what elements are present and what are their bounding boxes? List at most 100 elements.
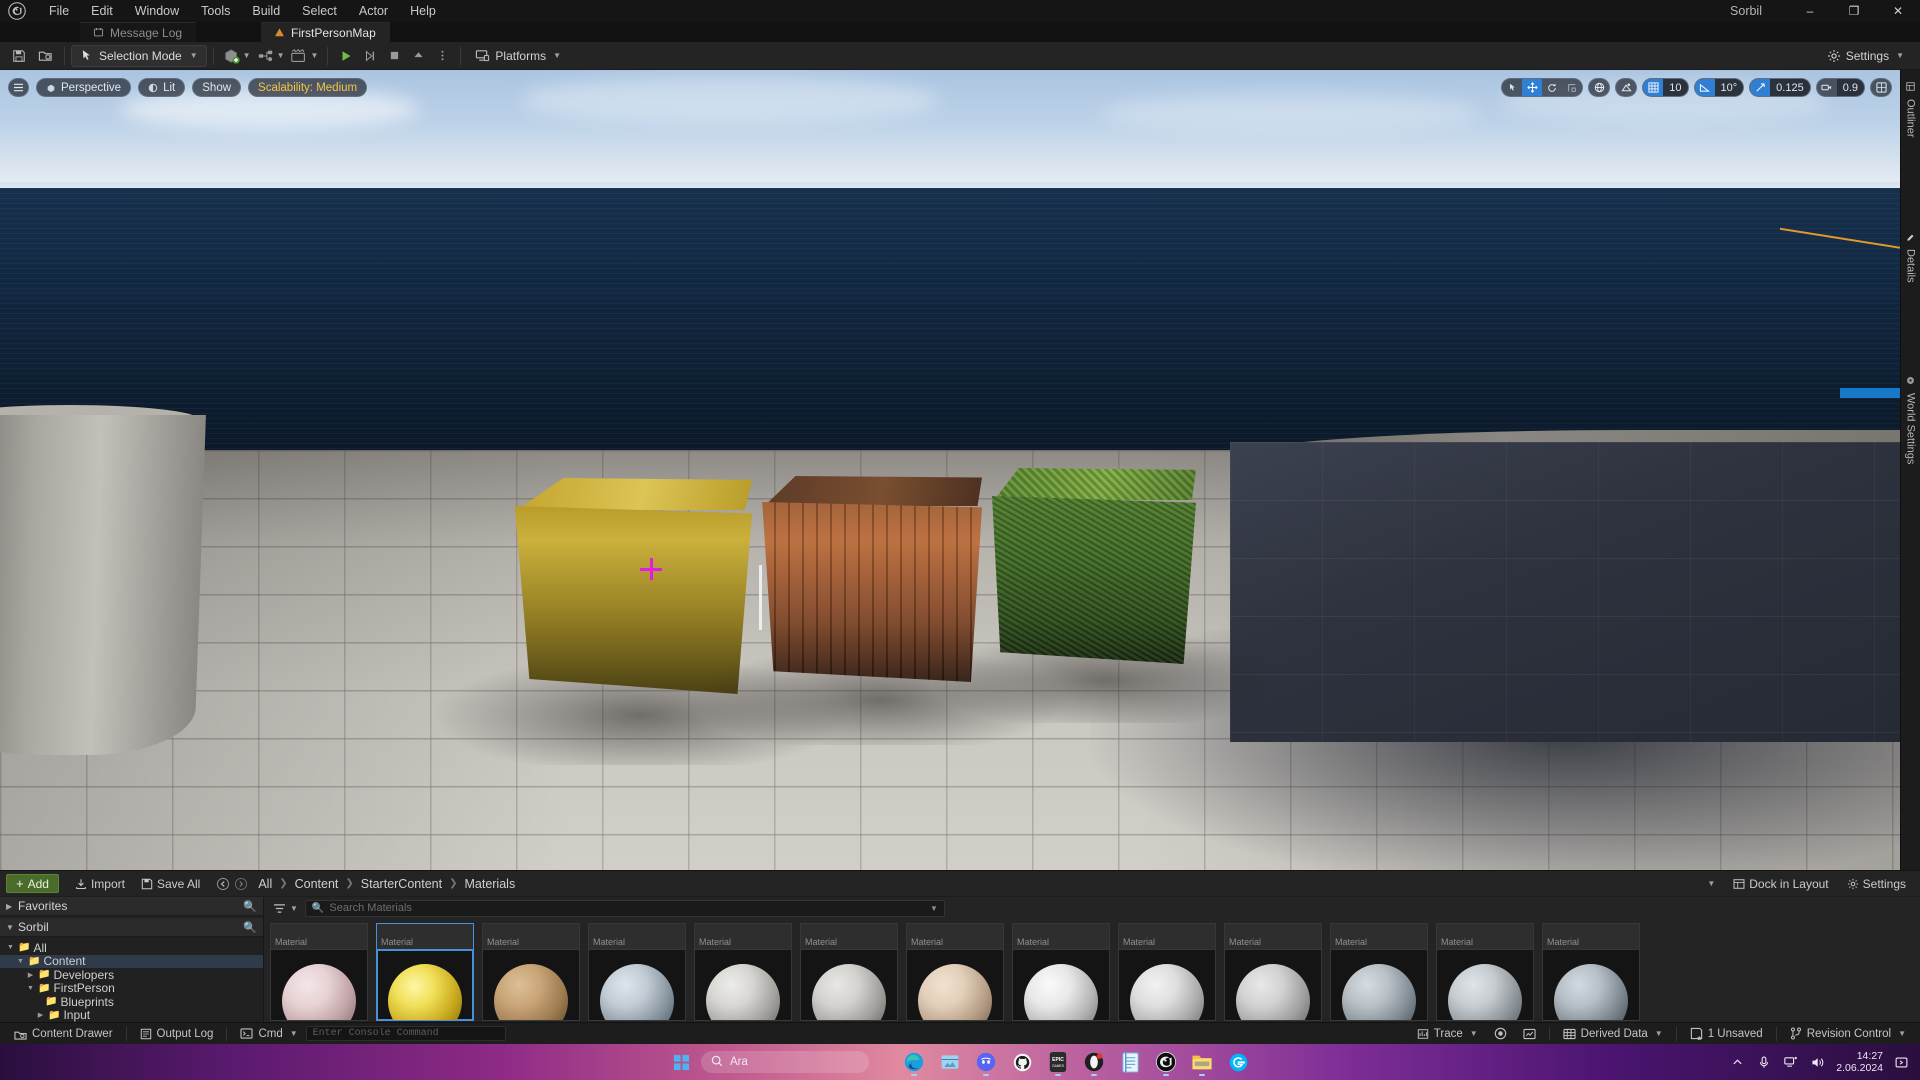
epic-games-icon[interactable]: EPIC GAMES — [1043, 1047, 1073, 1077]
sidebar-tab-outliner[interactable]: Outliner — [1902, 76, 1920, 144]
console-command-input[interactable] — [312, 1028, 499, 1039]
start-button[interactable] — [667, 1048, 695, 1076]
trace-button[interactable]: Trace ▼ — [1409, 1025, 1486, 1043]
logitech-icon[interactable] — [1223, 1047, 1253, 1077]
asset-tile[interactable]: Material — [1436, 923, 1534, 1023]
asset-thumbnail[interactable] — [1436, 949, 1534, 1021]
asset-thumbnail[interactable] — [800, 949, 898, 1021]
unsaved-button[interactable]: 1 Unsaved — [1682, 1025, 1771, 1043]
output-log-button[interactable]: Output Log — [132, 1025, 222, 1043]
browse-icon[interactable] — [32, 43, 58, 69]
asset-tile[interactable]: Material — [1012, 923, 1110, 1023]
select-icon[interactable] — [1502, 79, 1522, 96]
level-viewport[interactable]: Perspective Lit Show Scalability: Medium — [0, 70, 1900, 870]
world-coordinate-icon[interactable] — [1589, 79, 1609, 96]
add-button[interactable]: + Add — [6, 874, 59, 893]
asset-tile[interactable]: Material — [906, 923, 1004, 1023]
asset-tile[interactable]: Material — [1118, 923, 1216, 1023]
derived-data-button[interactable]: Derived Data ▼ — [1555, 1025, 1671, 1043]
taskbar-search[interactable]: Ara — [701, 1051, 869, 1073]
grid-snap-value[interactable]: 10 — [1663, 79, 1688, 96]
asset-thumbnail[interactable] — [482, 949, 580, 1021]
record-button[interactable] — [1486, 1025, 1515, 1043]
menu-item-build[interactable]: Build — [241, 0, 291, 22]
dock-in-layout-button[interactable]: Dock in Layout — [1725, 874, 1836, 894]
nav-forward-icon[interactable] — [232, 875, 250, 893]
favorites-section-header[interactable]: ▶ Favorites 🔍 — [0, 897, 263, 916]
selection-mode-button[interactable]: Selection Mode ▼ — [71, 44, 207, 67]
cylinder-mesh[interactable] — [0, 415, 206, 755]
unreal-engine-icon[interactable] — [1151, 1047, 1181, 1077]
menu-item-file[interactable]: File — [38, 0, 80, 22]
asset-tile[interactable]: Material — [270, 923, 368, 1023]
toolbar-settings-button[interactable]: Settings ▼ — [1817, 45, 1914, 67]
console-command-wrapper[interactable] — [305, 1026, 506, 1041]
chevron-down-icon[interactable]: ▼ — [930, 904, 938, 913]
camera-speed-icon[interactable] — [1817, 79, 1837, 96]
search-input[interactable] — [329, 902, 925, 914]
menu-item-window[interactable]: Window — [124, 0, 190, 22]
angle-snap-value[interactable]: 10° — [1714, 79, 1744, 96]
tree-item-input[interactable]: ▶ 📁 Input — [0, 1008, 263, 1022]
tree-item-blueprints[interactable]: 📁 Blueprints — [0, 995, 263, 1009]
save-icon[interactable] — [6, 43, 32, 69]
asset-tile[interactable]: Material — [376, 923, 474, 1023]
asset-thumbnail[interactable] — [588, 949, 686, 1021]
asset-thumbnail[interactable] — [1330, 949, 1428, 1021]
menu-item-tools[interactable]: Tools — [190, 0, 241, 22]
sidebar-tab-world-settings[interactable]: World Settings — [1902, 370, 1920, 470]
insights-button[interactable] — [1515, 1025, 1544, 1043]
save-all-button[interactable]: Save All — [133, 874, 208, 894]
cinematics-button[interactable]: ▼ — [287, 44, 321, 68]
viewport-lit-button[interactable]: Lit — [138, 78, 186, 97]
asset-tile[interactable]: Material — [694, 923, 792, 1023]
white-post-mesh[interactable] — [759, 565, 762, 630]
content-drawer-button[interactable]: Content Drawer — [6, 1025, 121, 1043]
tree-item-firstperson[interactable]: ▼ 📁 FirstPerson — [0, 981, 263, 995]
breadcrumb-item-content[interactable]: Content — [295, 877, 339, 891]
camera-speed-value[interactable]: 0.9 — [1836, 79, 1864, 96]
search-input-wrapper[interactable]: 🔍 ▼ — [304, 899, 945, 917]
blueprints-button[interactable]: ▼ — [254, 44, 288, 68]
move-icon[interactable] — [1522, 79, 1543, 96]
minimize-button[interactable]: – — [1788, 0, 1832, 22]
breadcrumb-item-all[interactable]: All — [258, 877, 272, 891]
notepad-icon[interactable] — [1115, 1047, 1145, 1077]
eject-button[interactable] — [406, 44, 430, 68]
microsoft-store-icon[interactable] — [935, 1047, 965, 1077]
close-button[interactable]: ✕ — [1876, 0, 1920, 22]
tree-item-all[interactable]: ▼ 📁 All — [0, 941, 263, 955]
network-icon[interactable] — [1782, 1053, 1800, 1071]
asset-tile[interactable]: Material — [1542, 923, 1640, 1023]
taskbar-clock[interactable]: 14:27 2.06.2024 — [1836, 1050, 1883, 1074]
asset-thumbnail[interactable] — [906, 949, 1004, 1021]
filter-button[interactable]: ▼ — [270, 899, 301, 917]
import-button[interactable]: Import — [67, 874, 133, 894]
asset-thumbnail[interactable] — [694, 949, 792, 1021]
viewport-layout-icon[interactable] — [1871, 79, 1891, 96]
asset-tile[interactable]: Material — [800, 923, 898, 1023]
tree-item-content[interactable]: ▼ 📁 Content — [0, 954, 263, 968]
revision-control-button[interactable]: Revision Control ▼ — [1782, 1025, 1914, 1043]
scale-snap-icon[interactable] — [1750, 79, 1771, 96]
tab-message-log[interactable]: Message Log — [80, 22, 197, 42]
nav-back-icon[interactable] — [214, 875, 232, 893]
sources-search-icon[interactable]: 🔍 — [243, 921, 257, 934]
github-icon[interactable] — [1007, 1047, 1037, 1077]
notification-icon[interactable] — [1892, 1053, 1910, 1071]
rotate-icon[interactable] — [1542, 79, 1562, 96]
asset-thumbnail[interactable] — [1224, 949, 1322, 1021]
stop-button[interactable] — [382, 44, 406, 68]
breadcrumb-item-materials[interactable]: Materials — [464, 877, 515, 891]
grid-snap-icon[interactable] — [1643, 79, 1664, 96]
scale-snap-value[interactable]: 0.125 — [1770, 79, 1810, 96]
sources-section-header[interactable]: ▼ Sorbil 🔍 — [0, 918, 263, 937]
content-browser-settings-button[interactable]: Settings — [1839, 874, 1914, 894]
path-collapse-button[interactable]: ▼ — [1697, 874, 1723, 894]
viewport-perspective-button[interactable]: Perspective — [36, 78, 132, 97]
unreal-engine-logo-icon[interactable] — [0, 0, 34, 22]
viewport-show-button[interactable]: Show — [192, 78, 242, 97]
viewport-scalability-button[interactable]: Scalability: Medium — [248, 78, 368, 97]
menu-item-edit[interactable]: Edit — [80, 0, 124, 22]
menu-item-actor[interactable]: Actor — [348, 0, 399, 22]
